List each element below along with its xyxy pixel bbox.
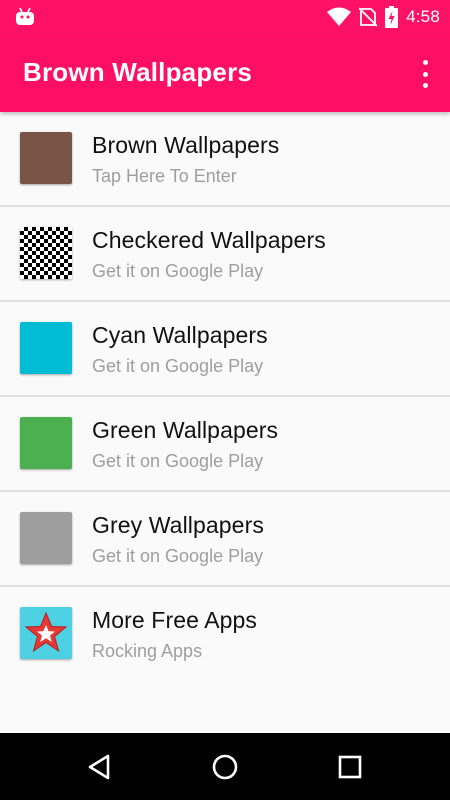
app-bar: Brown Wallpapers xyxy=(0,34,450,112)
app-title: Brown Wallpapers xyxy=(23,57,253,87)
wifi-icon xyxy=(327,7,352,26)
list-item[interactable]: Cyan Wallpapers Get it on Google Play xyxy=(0,302,450,397)
item-title: Green Wallpapers xyxy=(92,417,279,443)
list-item[interactable]: More Free Apps Rocking Apps xyxy=(0,587,450,680)
item-title: More Free Apps xyxy=(92,607,258,633)
item-title: Grey Wallpapers xyxy=(92,512,264,538)
item-title: Cyan Wallpapers xyxy=(92,322,268,348)
clock: 4:58 xyxy=(406,7,440,26)
list-item[interactable]: Checkered Wallpapers Get it on Google Pl… xyxy=(0,207,450,302)
checkered-swatch-icon xyxy=(20,227,72,279)
star-icon xyxy=(20,607,72,659)
list-item[interactable]: Brown Wallpapers Tap Here To Enter xyxy=(0,112,450,207)
item-title: Checkered Wallpapers xyxy=(92,227,326,253)
list-item[interactable]: Green Wallpapers Get it on Google Play xyxy=(0,397,450,492)
no-sim-icon xyxy=(359,7,378,27)
item-subtitle: Get it on Google Play xyxy=(92,451,264,471)
status-bar: 4:58 xyxy=(0,0,450,34)
item-title: Brown Wallpapers xyxy=(92,132,280,158)
android-icon xyxy=(16,7,34,25)
item-subtitle: Tap Here To Enter xyxy=(92,166,237,186)
item-subtitle: Rocking Apps xyxy=(92,641,203,661)
grey-swatch-icon xyxy=(20,512,72,564)
item-subtitle: Get it on Google Play xyxy=(92,356,264,376)
cyan-swatch-icon xyxy=(20,322,72,374)
wallpaper-list: Brown Wallpapers Tap Here To Enter Check… xyxy=(0,112,450,680)
list-item[interactable]: Grey Wallpapers Get it on Google Play xyxy=(0,492,450,587)
navigation-bar xyxy=(0,733,450,800)
green-swatch-icon xyxy=(20,417,72,469)
home-icon[interactable] xyxy=(211,753,239,781)
overflow-menu-icon[interactable] xyxy=(420,60,430,88)
item-subtitle: Get it on Google Play xyxy=(92,261,264,281)
back-icon[interactable] xyxy=(86,753,114,781)
brown-swatch-icon xyxy=(20,132,72,184)
item-subtitle: Get it on Google Play xyxy=(92,546,264,566)
recents-icon[interactable] xyxy=(336,753,364,781)
battery-charging-icon xyxy=(385,6,399,28)
